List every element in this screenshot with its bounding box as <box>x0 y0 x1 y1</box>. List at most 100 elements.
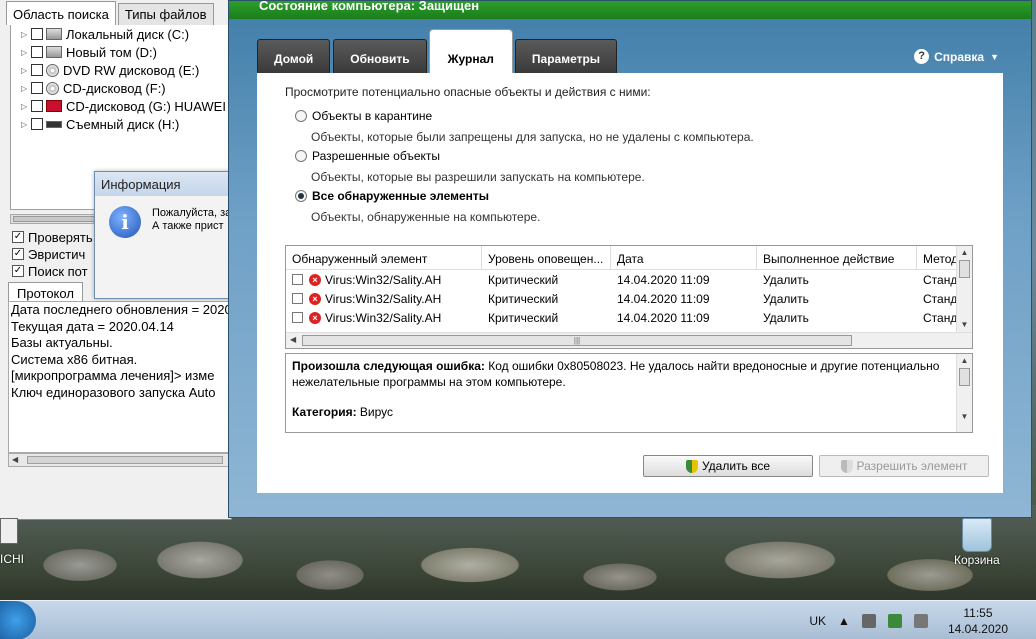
hdd-icon <box>46 46 62 58</box>
scrollbar-thumb[interactable] <box>27 456 223 464</box>
start-button[interactable] <box>0 601 36 639</box>
expand-icon[interactable]: ▷ <box>21 30 31 39</box>
table-row[interactable]: × Virus:Win32/Sality.AH Критический 14.04… <box>286 289 972 308</box>
radio-description: Объекты, которые вы разрешили запускать … <box>311 170 645 184</box>
method: Станд <box>923 291 957 306</box>
scroll-left-icon[interactable]: ◀ <box>12 455 18 464</box>
log-line: Текущая дата = 2020.04.14 <box>11 318 174 334</box>
table-vertical-scrollbar[interactable]: ▲ ▼ <box>956 246 972 334</box>
tree-item-drive-g[interactable]: ▷ CD-дисковод (G:) HUAWEI <box>11 97 229 115</box>
log-horizontal-scrollbar[interactable]: ◀ <box>8 453 232 467</box>
dialog-message: Пожалуйста, за А также прист <box>152 207 234 233</box>
radio-button-selected[interactable] <box>295 190 307 202</box>
remove-all-button[interactable]: Удалить все <box>643 455 813 477</box>
recycle-bin-label[interactable]: Корзина <box>954 553 1000 567</box>
drive-label: CD-дисковод (F:) <box>63 80 166 96</box>
scroll-down-icon[interactable]: ▼ <box>957 318 972 332</box>
tree-item-drive-d[interactable]: ▷ Новый том (D:) <box>11 43 229 61</box>
action-center-icon[interactable] <box>913 613 928 628</box>
tab-file-types[interactable]: Типы файлов <box>117 3 214 25</box>
drive-checkbox[interactable] <box>31 28 43 40</box>
clock[interactable]: 11:55 14.04.2020 <box>948 605 1008 637</box>
scrollbar-thumb[interactable] <box>13 216 97 222</box>
column-header-alert-level[interactable]: Уровень оповещен... <box>482 246 611 269</box>
method: Станд <box>923 272 957 287</box>
tab-search-area[interactable]: Область поиска <box>6 1 116 25</box>
expand-icon[interactable]: ▷ <box>21 66 31 75</box>
option-check-archives[interactable]: ✓ Проверять <box>12 229 93 245</box>
drive-checkbox[interactable] <box>31 82 43 94</box>
option-search-streams[interactable]: ✓ Поиск пот <box>12 263 88 279</box>
expand-icon[interactable]: ▷ <box>21 48 31 57</box>
radio-button[interactable] <box>295 150 307 162</box>
drive-label: DVD RW дисковод (E:) <box>63 62 200 78</box>
tree-item-drive-e[interactable]: ▷ DVD RW дисковод (E:) <box>11 61 229 79</box>
threat-name: Virus:Win32/Sality.AH <box>325 291 442 306</box>
row-checkbox[interactable] <box>292 274 303 285</box>
help-menu[interactable]: ? Справка ▼ <box>914 49 999 64</box>
tab-history[interactable]: Журнал <box>428 29 513 74</box>
table-row[interactable]: × Virus:Win32/Sality.AH Критический 14.04… <box>286 308 972 327</box>
expand-icon[interactable]: ▷ <box>21 120 31 129</box>
table-row[interactable]: × Virus:Win32/Sality.AH Критический 14.04… <box>286 270 972 289</box>
column-header-date[interactable]: Дата <box>611 246 757 269</box>
column-header-item[interactable]: Обнаруженный элемент <box>286 246 482 269</box>
table-horizontal-scrollbar[interactable]: ◀ ||| <box>286 332 972 348</box>
checkbox-checked-icon[interactable]: ✓ <box>12 265 24 277</box>
recycle-bin-icon[interactable] <box>962 518 992 552</box>
tab-update[interactable]: Обновить <box>333 39 427 73</box>
scrollbar-thumb[interactable] <box>959 368 970 386</box>
show-hidden-icons[interactable]: ▲ <box>838 614 850 628</box>
tab-settings[interactable]: Параметры <box>514 39 618 73</box>
drive-label: Локальный диск (C:) <box>66 26 190 42</box>
column-header-action[interactable]: Выполненное действие <box>757 246 917 269</box>
method: Станд <box>923 310 957 325</box>
scroll-down-icon[interactable]: ▼ <box>957 410 972 424</box>
detected-items-table: Обнаруженный элемент Уровень оповещен...… <box>285 245 973 349</box>
clock-date: 14.04.2020 <box>947 621 1008 636</box>
category-value: Вирус <box>356 405 394 419</box>
scrollbar-thumb[interactable] <box>959 260 970 278</box>
allow-item-button[interactable]: Разрешить элемент <box>819 455 989 477</box>
drive-checkbox[interactable] <box>31 100 43 112</box>
radio-description: Объекты, обнаруженные на компьютере. <box>311 210 541 224</box>
tree-item-drive-f[interactable]: ▷ CD-дисковод (F:) <box>11 79 229 97</box>
drive-checkbox[interactable] <box>31 118 43 130</box>
checkbox-checked-icon[interactable]: ✓ <box>12 248 24 260</box>
tab-home[interactable]: Домой <box>257 39 331 73</box>
log-line: Ключ единоразового запуска Auto <box>11 384 216 400</box>
scroll-up-icon[interactable]: ▲ <box>957 354 972 368</box>
scrollbar-thumb[interactable]: ||| <box>302 335 852 346</box>
document-icon <box>0 518 18 544</box>
alert-level: Критический <box>488 272 559 287</box>
scroll-up-icon[interactable]: ▲ <box>957 246 972 260</box>
column-header-method[interactable]: Метод <box>917 246 957 269</box>
network-icon[interactable] <box>887 613 902 628</box>
system-tray: UK ▲ 11:55 14.04.2020 <box>809 601 1036 639</box>
radio-quarantined[interactable]: Объекты в карантине <box>295 109 432 123</box>
drive-checkbox[interactable] <box>31 46 43 58</box>
row-checkbox[interactable] <box>292 293 303 304</box>
radio-button[interactable] <box>295 110 307 122</box>
radio-description: Объекты, которые были запрещены для запу… <box>311 130 754 144</box>
radio-label: Все обнаруженные элементы <box>312 189 490 203</box>
expand-icon[interactable]: ▷ <box>21 102 31 111</box>
defender-window: Состояние компьютера: Защищен Домой Обно… <box>228 0 1032 518</box>
tree-item-drive-c[interactable]: ▷ Локальный диск (C:) <box>11 25 229 43</box>
tree-item-drive-h[interactable]: ▷ Съемный диск (H:) <box>11 115 229 133</box>
scroll-left-icon[interactable]: ◀ <box>290 335 296 344</box>
error-label: Произошла следующая ошибка: <box>292 359 485 373</box>
shield-icon <box>685 459 698 473</box>
radio-allowed[interactable]: Разрешенные объекты <box>295 149 440 163</box>
expand-icon[interactable]: ▷ <box>21 84 31 93</box>
checkbox-checked-icon[interactable]: ✓ <box>12 231 24 243</box>
drive-checkbox[interactable] <box>31 64 43 76</box>
tab-protocol[interactable]: Протокол <box>8 282 83 302</box>
radio-all-detected[interactable]: Все обнаруженные элементы <box>295 189 489 203</box>
details-vertical-scrollbar[interactable]: ▲ ▼ <box>956 354 972 432</box>
volume-icon[interactable] <box>861 613 876 628</box>
option-heuristic[interactable]: ✓ Эвристич <box>12 246 85 262</box>
language-indicator[interactable]: UK <box>809 614 826 628</box>
row-checkbox[interactable] <box>292 312 303 323</box>
help-label: Справка <box>934 49 985 64</box>
